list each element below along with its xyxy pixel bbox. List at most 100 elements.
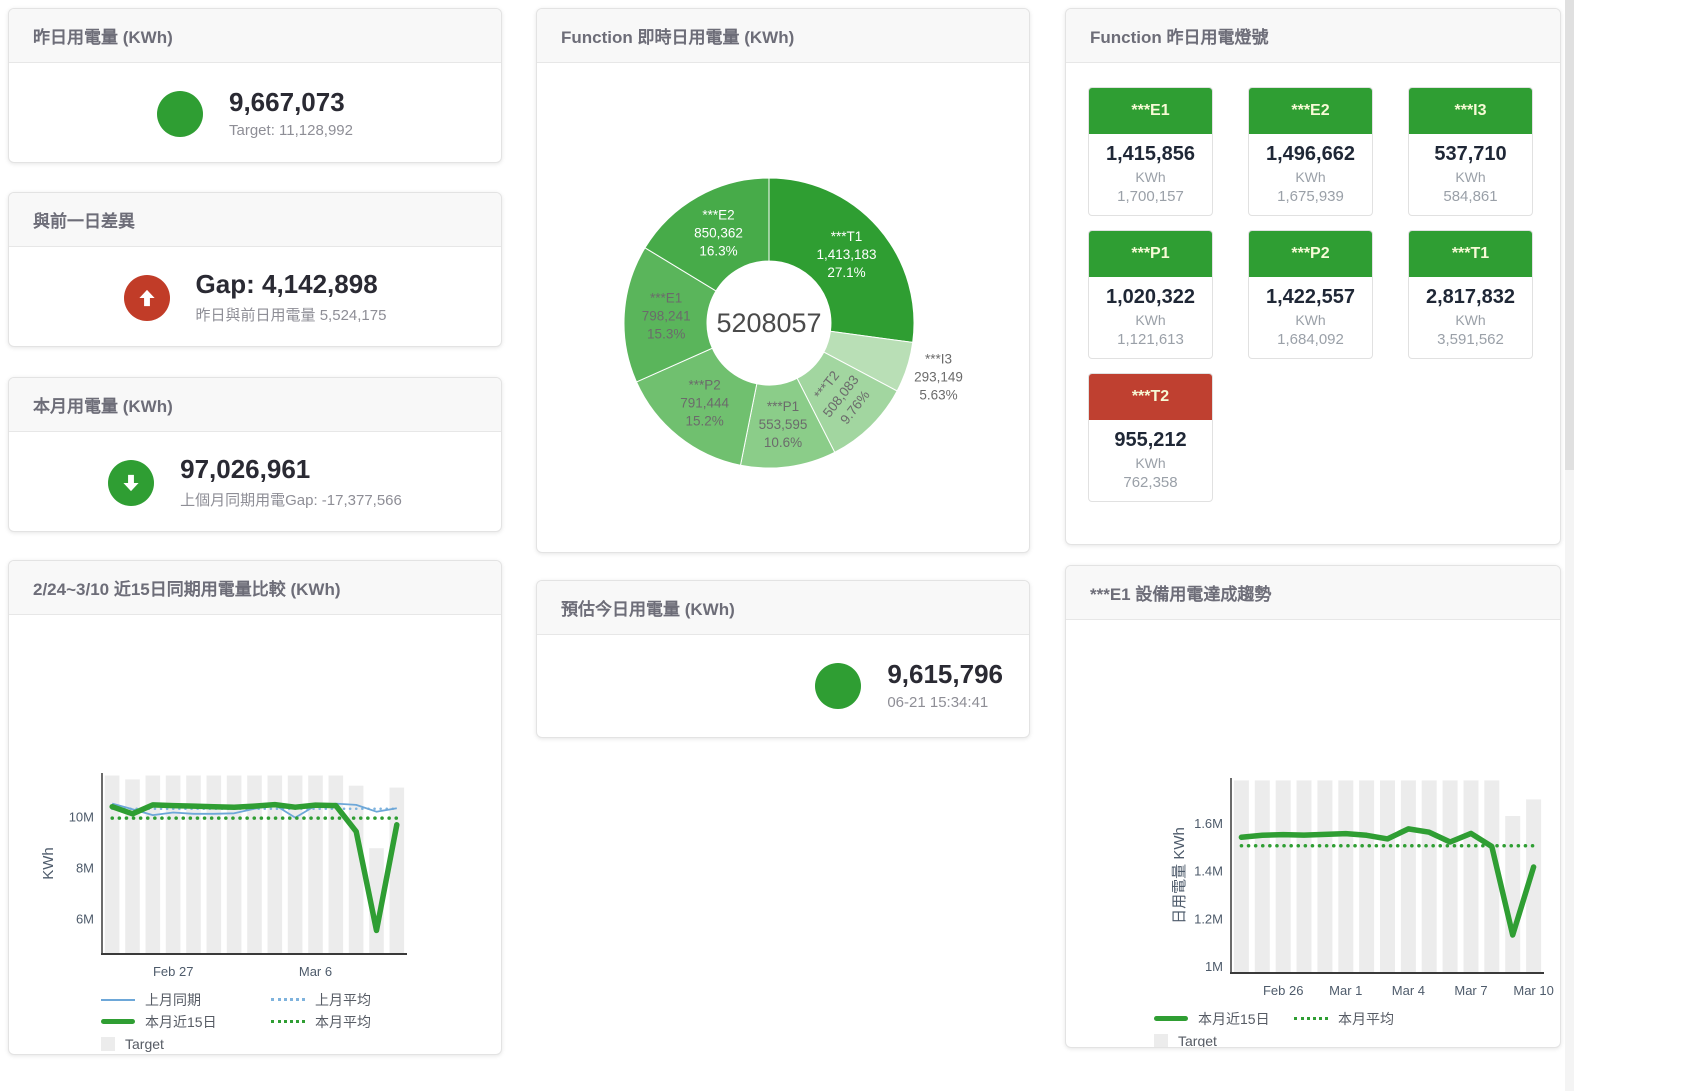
scrollbar-thumb[interactable]	[1565, 0, 1574, 470]
yesterday-usage-target: Target: 11,128,992	[229, 122, 353, 139]
svg-text:15.3%: 15.3%	[647, 327, 685, 342]
card-e1-trend: ***E1 設備用電達成趨勢 1M1.2M1.4M1.6MFeb 26Mar 1…	[1065, 565, 1561, 1048]
svg-text:791,444: 791,444	[680, 395, 729, 410]
light-tile-i3-unit: KWh	[1409, 169, 1532, 185]
light-tile-p2: ***P21,422,557KWh1,684,092	[1248, 230, 1373, 359]
light-tile-t2: ***T2 955,212 KWh 762,358	[1088, 373, 1213, 502]
scrollbar-track[interactable]	[1565, 0, 1574, 1091]
svg-text:1.2M: 1.2M	[1194, 911, 1223, 926]
legend-label-this-month-avg: 本月平均	[315, 1012, 371, 1032]
light-tile-e1-unit: KWh	[1089, 169, 1212, 185]
light-tile-t2-name: ***T2	[1089, 374, 1212, 420]
legend-item-this-month-15d[interactable]: 本月近15日	[1154, 1009, 1294, 1029]
svg-text:***I3: ***I3	[925, 352, 952, 367]
light-tile-i3: ***I3537,710KWh584,861	[1408, 87, 1533, 216]
card-compare-chart-title: 2/24~3/10 近15日同期用電量比較 (KWh)	[9, 561, 501, 615]
legend-label-prev-month-period: 上月同期	[145, 990, 201, 1010]
legend-item-target[interactable]: Target	[101, 1036, 271, 1052]
light-tile-t2-value: 955,212	[1089, 429, 1212, 452]
card-month-usage-body: 97,026,961 上個月同期用電Gap: -17,377,566	[9, 432, 501, 532]
legend-item-this-month-avg[interactable]: 本月平均	[271, 1012, 501, 1032]
card-estimate-today-body: 9,615,796 06-21 15:34:41	[537, 635, 1029, 736]
legend-item-prev-month-period[interactable]: 上月同期	[101, 990, 271, 1010]
card-realtime-donut: Function 即時日用電量 (KWh) ***T11,413,18327.1…	[536, 8, 1030, 553]
light-tile-t1-value: 2,817,832	[1409, 286, 1532, 309]
green-status-circle-icon	[157, 91, 203, 137]
svg-text:Mar 4: Mar 4	[1392, 983, 1425, 998]
realtime-usage-donut-chart[interactable]: ***T11,413,18327.1%***I3293,1495.63%***T…	[537, 63, 1030, 551]
legend-swatch-this-month-avg	[271, 1020, 305, 1023]
compare-15day-chart[interactable]: 6M8M10MFeb 27Mar 6KWh	[15, 765, 495, 983]
light-tile-p2-name: ***P2	[1249, 231, 1372, 277]
svg-text:5.63%: 5.63%	[919, 388, 957, 403]
svg-text:1.6M: 1.6M	[1194, 816, 1223, 831]
month-usage-value: 97,026,961	[180, 455, 402, 484]
light-tile-e2-value: 1,496,662	[1249, 143, 1372, 166]
light-tile-t2-unit: KWh	[1089, 455, 1212, 471]
svg-text:10.6%: 10.6%	[764, 435, 802, 450]
card-yesterday-lights-title: Function 昨日用電燈號	[1066, 9, 1560, 63]
svg-text:1M: 1M	[1205, 959, 1223, 974]
legend-label-target: Target	[125, 1036, 164, 1052]
svg-text:日用電量 KWh: 日用電量 KWh	[1171, 827, 1188, 924]
svg-text:1.4M: 1.4M	[1194, 864, 1223, 879]
card-prev-day-gap-title: 與前一日差異	[9, 193, 501, 247]
svg-text:Mar 1: Mar 1	[1329, 983, 1362, 998]
light-tile-i3-value: 537,710	[1409, 143, 1532, 166]
light-tile-e2-target: 1,675,939	[1249, 188, 1372, 205]
estimate-today-value: 9,615,796	[887, 660, 1003, 689]
svg-text:8M: 8M	[76, 860, 94, 875]
lights-tile-grid: ***E11,415,856KWh1,700,157***E21,496,662…	[1066, 63, 1560, 526]
svg-text:5208057: 5208057	[716, 308, 821, 338]
e1-trend-chart[interactable]: 1M 1.2M 1.4M 1.6M Feb 26 Mar 1 Mar 4 Mar 7 Mar 1…	[1066, 770, 1556, 1002]
legend-label-prev-month-avg: 上月平均	[315, 990, 371, 1010]
legend-swatch-this-month-avg	[1294, 1017, 1328, 1020]
legend-swatch-target	[1154, 1034, 1168, 1048]
compare-chart-legend: 上月同期 上月平均本月近15日 本月平均 Target	[101, 989, 501, 1054]
month-usage-gap: 上個月同期用電Gap: -17,377,566	[180, 489, 402, 510]
legend-label-this-month-15d: 本月近15日	[145, 1012, 217, 1032]
prev-day-gap-sub: 昨日與前日用電量 5,524,175	[196, 304, 387, 325]
svg-text:10M: 10M	[69, 809, 94, 824]
light-tile-i3-target: 584,861	[1409, 188, 1532, 205]
light-tile-t2-target: 762,358	[1089, 474, 1212, 491]
svg-text:Mar 6: Mar 6	[299, 964, 332, 979]
green-status-circle-icon	[815, 663, 861, 709]
legend-item-this-month-avg[interactable]: 本月平均	[1294, 1009, 1560, 1029]
red-arrow-up-icon	[124, 275, 170, 321]
svg-text:***P2: ***P2	[688, 377, 720, 392]
svg-text:798,241: 798,241	[642, 309, 691, 324]
card-estimate-today-title: 預估今日用電量 (KWh)	[537, 581, 1029, 635]
light-tile-e2: ***E21,496,662KWh1,675,939	[1248, 87, 1373, 216]
legend-swatch-this-month-15d	[101, 1019, 135, 1024]
legend-label-this-month-avg: 本月平均	[1338, 1009, 1394, 1029]
card-realtime-donut-title: Function 即時日用電量 (KWh)	[537, 9, 1029, 63]
energy-dashboard: 昨日用電量 (KWh) 9,667,073 Target: 11,128,992…	[0, 0, 1681, 1091]
legend-swatch-target	[101, 1037, 115, 1051]
light-tile-e1: ***E11,415,856KWh1,700,157	[1088, 87, 1213, 216]
card-compare-chart: 2/24~3/10 近15日同期用電量比較 (KWh) 6M8M10MFeb 2…	[8, 560, 502, 1055]
svg-text:Mar 7: Mar 7	[1454, 983, 1487, 998]
card-prev-day-gap: 與前一日差異 Gap: 4,142,898 昨日與前日用電量 5,524,175	[8, 192, 502, 347]
legend-label-target: Target	[1178, 1033, 1217, 1049]
svg-text:***P1: ***P1	[767, 399, 799, 414]
svg-text:850,362: 850,362	[694, 225, 743, 240]
svg-text:Feb 27: Feb 27	[153, 964, 193, 979]
legend-item-this-month-15d[interactable]: 本月近15日	[101, 1012, 271, 1032]
legend-label-this-month-15d: 本月近15日	[1198, 1009, 1270, 1029]
card-yesterday-usage-title: 昨日用電量 (KWh)	[9, 9, 501, 63]
card-month-usage-title: 本月用電量 (KWh)	[9, 378, 501, 432]
legend-item-target[interactable]: Target	[1154, 1033, 1294, 1049]
light-tile-p2-target: 1,684,092	[1249, 331, 1372, 348]
svg-text:Feb 26: Feb 26	[1263, 983, 1303, 998]
prev-day-gap-value: Gap: 4,142,898	[196, 270, 387, 299]
light-tile-t1-unit: KWh	[1409, 312, 1532, 328]
light-tile-p1: ***P11,020,322KWh1,121,613	[1088, 230, 1213, 359]
legend-item-prev-month-avg[interactable]: 上月平均	[271, 990, 501, 1010]
light-tile-p1-target: 1,121,613	[1089, 331, 1212, 348]
svg-text:KWh: KWh	[40, 847, 57, 880]
light-tile-e1-target: 1,700,157	[1089, 188, 1212, 205]
svg-text:Mar 10: Mar 10	[1513, 983, 1553, 998]
card-yesterday-usage: 昨日用電量 (KWh) 9,667,073 Target: 11,128,992	[8, 8, 502, 163]
svg-text:553,595: 553,595	[759, 417, 808, 432]
